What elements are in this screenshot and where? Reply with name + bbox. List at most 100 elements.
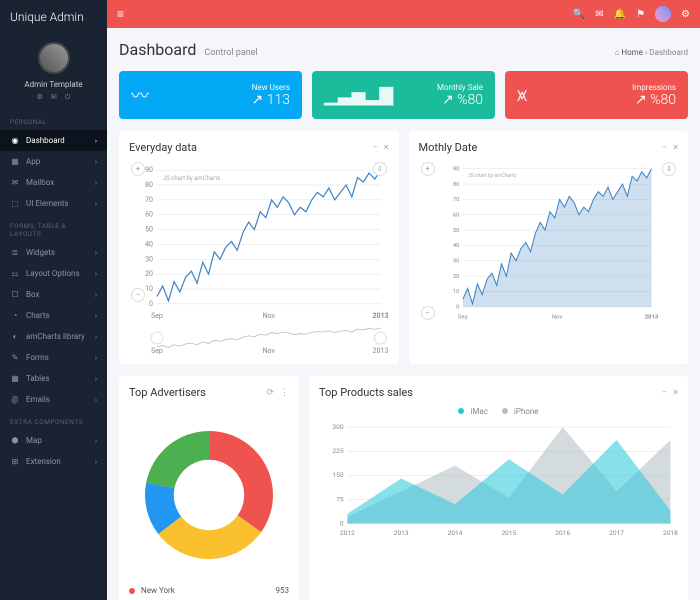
close-icon[interactable]: × [673, 143, 678, 153]
stat-card-monthly-sale[interactable]: ▁▃▅▂▇ Monthly Sale↗ %80 [312, 71, 495, 119]
list-icon: ≣ [10, 248, 20, 257]
stat-card-impressions[interactable]: ⩙ Impressions↗ %80 [505, 71, 688, 119]
svg-text:2014: 2014 [448, 529, 463, 537]
table-icon: ▦ [10, 374, 20, 383]
svg-text:225: 225 [332, 447, 343, 455]
plug-icon: ⊞ [10, 457, 20, 466]
sidebar-item-app[interactable]: ▦App› [0, 151, 107, 172]
mail-icon[interactable]: ✉ [595, 9, 603, 20]
svg-text:10: 10 [145, 285, 153, 293]
close-icon[interactable]: × [384, 143, 389, 153]
svg-text:2013: 2013 [394, 529, 409, 537]
svg-text:70: 70 [452, 197, 459, 203]
sidebar-item-widgets[interactable]: ≣Widgets› [0, 242, 107, 263]
mail-icon[interactable]: ✉ [51, 93, 57, 102]
sidebar-item-layout[interactable]: ⚏Layout Options› [0, 263, 107, 284]
svg-text:0: 0 [340, 519, 344, 527]
page-title: Dashboard [119, 40, 196, 59]
export-handle[interactable]: ⇩ [373, 162, 387, 176]
mothly-chart: + − ⇩ 0102030405060708090SepNov2013JS ch… [419, 162, 679, 322]
section-forms: FORMS, TABLE & LAYOUTS [0, 214, 107, 242]
svg-text:50: 50 [452, 228, 459, 234]
power-icon[interactable]: ⏻ [65, 93, 71, 102]
svg-text:40: 40 [145, 240, 153, 248]
svg-text:80: 80 [145, 181, 153, 189]
refresh-icon[interactable]: ⟳ [266, 388, 274, 398]
page-subtitle: Control panel [204, 48, 257, 58]
svg-text:2015: 2015 [501, 529, 516, 537]
pie-icon: ◔ [10, 311, 20, 320]
sidebar-item-charts[interactable]: ◔Charts› [0, 305, 107, 326]
svg-text:50: 50 [145, 226, 153, 234]
sidebar-item-ui[interactable]: ⬚UI Elements› [0, 193, 107, 214]
sidebar-item-box[interactable]: ☐Box› [0, 284, 107, 305]
zoom-out-handle[interactable]: − [131, 288, 145, 302]
chevron-right-icon: › [95, 137, 97, 145]
svg-text:90: 90 [145, 166, 153, 174]
user-avatar[interactable] [655, 6, 671, 22]
sidebar-item-dashboard[interactable]: ◉Dashboard› [0, 130, 107, 151]
sidebar-item-mailbox[interactable]: ✉Mailbox› [0, 172, 107, 193]
minimize-icon[interactable]: − [662, 388, 667, 398]
svg-text:Nov: Nov [263, 347, 276, 354]
search-icon[interactable]: 🔍 [573, 9, 585, 20]
gear-icon[interactable]: ⚙ [681, 9, 690, 20]
legend-item: New York953 [129, 583, 289, 598]
breadcrumb: ⌂ Home › Dashboard [615, 48, 688, 57]
svg-text:10: 10 [452, 289, 459, 295]
svg-text:30: 30 [452, 258, 459, 264]
legend-item: iMac [458, 407, 487, 416]
svg-text:60: 60 [145, 211, 153, 219]
sidebar-item-tables[interactable]: ▦Tables› [0, 368, 107, 389]
sidebar: Unique Admin Admin Template ⚙ ✉ ⏻ PERSON… [0, 0, 107, 600]
minimize-icon[interactable]: − [662, 143, 667, 153]
menu-toggle-icon[interactable]: ≡ [117, 7, 124, 21]
avatar[interactable] [38, 42, 70, 74]
legend-item: iPhone [502, 407, 539, 416]
export-handle[interactable]: ⇩ [662, 162, 676, 176]
at-icon: @ [10, 395, 20, 404]
svg-text:40: 40 [452, 243, 459, 249]
sidebar-item-amcharts[interactable]: ◐amCharts library› [0, 326, 107, 347]
section-personal: PERSONAL [0, 110, 107, 130]
panel-advertisers: Top Advertisers ⟳⋮ New York953Los Angele… [119, 376, 299, 600]
svg-text:75: 75 [336, 495, 344, 503]
amcharts-icon: ◐ [10, 332, 20, 341]
sidebar-item-forms[interactable]: ✎Forms› [0, 347, 107, 368]
svg-text:0: 0 [149, 300, 153, 308]
panel-products: Top Products sales −× iMaciPhone 0751502… [309, 376, 688, 600]
sidebar-item-extension[interactable]: ⊞Extension› [0, 451, 107, 472]
section-extra: EXTRA COMPONENTS [0, 410, 107, 430]
bell-icon[interactable]: 🔔 [614, 9, 626, 20]
everyday-scrollbar-chart[interactable]: SepNov2013 [129, 326, 389, 354]
minimize-icon[interactable]: − [373, 143, 378, 153]
zoom-in-handle[interactable]: + [421, 162, 435, 176]
svg-text:60: 60 [452, 212, 459, 218]
zoom-out-handle[interactable]: − [421, 306, 435, 320]
svg-text:70: 70 [145, 196, 153, 204]
flag-icon[interactable]: ⚑ [636, 9, 645, 20]
svg-text:Nov: Nov [263, 312, 276, 320]
svg-text:150: 150 [332, 471, 343, 479]
form-icon: ✎ [10, 353, 20, 362]
svg-text:2017: 2017 [609, 529, 624, 537]
dashboard-icon: ◉ [10, 136, 20, 145]
svg-text:2012: 2012 [340, 529, 355, 537]
close-icon[interactable]: × [673, 388, 678, 398]
bars-icon: ▁▃▅▂▇ [324, 85, 393, 106]
zoom-in-handle[interactable]: + [131, 162, 145, 176]
svg-text:Sep: Sep [457, 315, 468, 321]
stat-card-new-users[interactable]: 〰 New Users↗ 113 [119, 71, 302, 119]
svg-text:80: 80 [452, 182, 459, 188]
close-icon[interactable]: ⋮ [280, 388, 289, 398]
grid-icon: ▦ [10, 157, 20, 166]
gear-icon[interactable]: ⚙ [37, 93, 43, 102]
svg-text:90: 90 [452, 166, 459, 172]
svg-text:20: 20 [145, 270, 153, 278]
sidebar-item-emails[interactable]: @Emails› [0, 389, 107, 410]
svg-text:2013: 2013 [644, 315, 658, 321]
sidebar-item-map[interactable]: ⬢Map› [0, 430, 107, 451]
svg-text:2013: 2013 [373, 312, 389, 320]
svg-text:JS chart by amCharts: JS chart by amCharts [163, 175, 220, 182]
panel-everyday: Everyday data −× + − ⇩ 01020304050607080… [119, 131, 399, 364]
